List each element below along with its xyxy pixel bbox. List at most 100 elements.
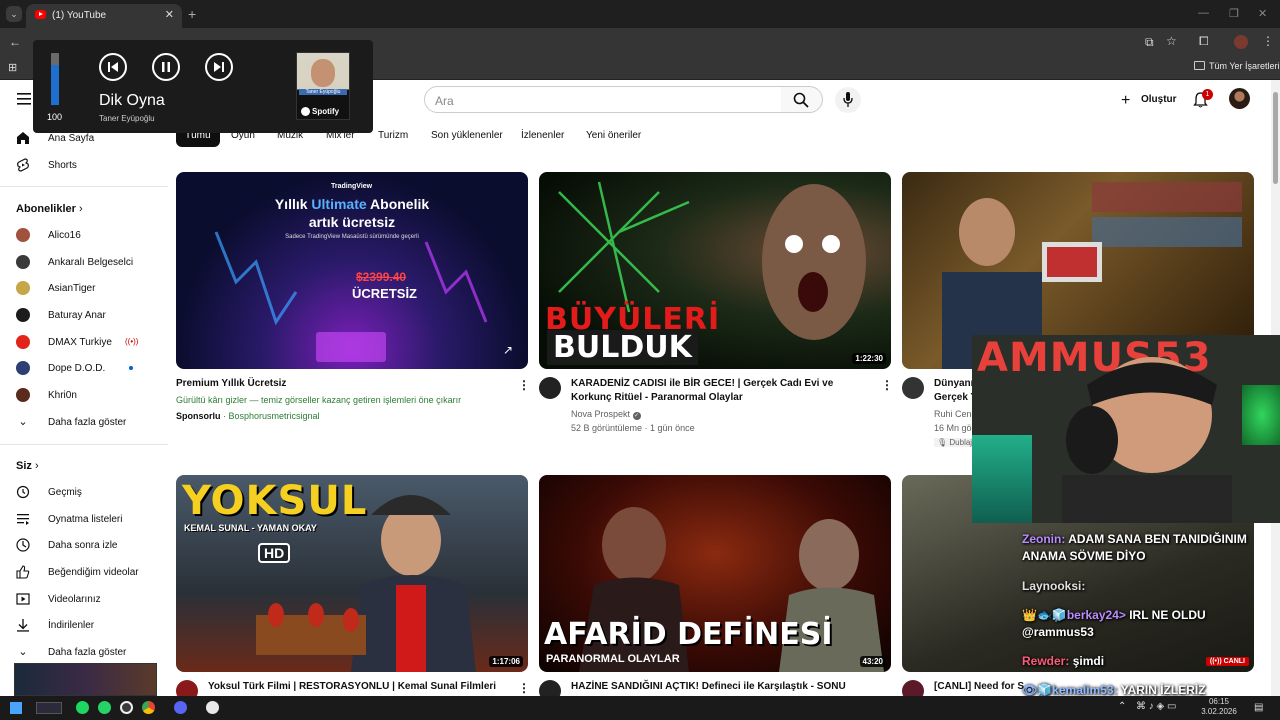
sidebar-subscription[interactable]: Alico16 xyxy=(16,223,81,247)
sidebar-item-liked-videos[interactable]: Beğendiğim videolar xyxy=(16,560,139,584)
menu-icon[interactable] xyxy=(17,93,31,105)
sidebar-item-playlists[interactable]: Oynatma listeleri xyxy=(16,507,122,531)
video-title[interactable]: Dünyanı xyxy=(934,377,973,391)
sidebar-item-shorts[interactable]: Shorts xyxy=(16,153,77,177)
sidebar-show-more-you[interactable]: ⌄ Daha fazla göster xyxy=(16,640,126,664)
video-thumbnail[interactable]: BÜYÜLERİ BULDUK 1:22:30 xyxy=(539,172,891,369)
search-input[interactable]: Ara xyxy=(424,86,782,113)
back-icon[interactable]: ← xyxy=(9,35,21,49)
profile-avatar[interactable] xyxy=(1234,35,1248,49)
spotify-taskbar-icon[interactable] xyxy=(76,701,89,714)
sidebar-divider xyxy=(0,444,168,445)
app-taskbar-icon[interactable] xyxy=(120,701,133,714)
video-title[interactable]: KARADENİZ CADISI ile BİR GECE! | Gerçek … xyxy=(571,377,871,405)
video-thumbnail-ad[interactable]: TradingView Yıllık Ultimate Abonelik art… xyxy=(176,172,528,369)
install-app-icon[interactable]: ⧉ xyxy=(1145,35,1154,50)
chat-message: Laynooksi: xyxy=(1022,579,1086,593)
chevron-right-icon: › xyxy=(34,460,39,472)
tray-icons[interactable]: ⌘ ♪ ◈ ▭ xyxy=(1136,701,1176,712)
sidebar-subscription[interactable]: Ankaralı Belgeselci xyxy=(16,250,133,274)
chip-tourism[interactable]: Turizm xyxy=(369,126,417,147)
create-button[interactable]: Oluştur xyxy=(1141,94,1177,105)
home-icon xyxy=(17,132,29,144)
video-meta: 16 Mn gö xyxy=(934,423,972,433)
video-title[interactable]: Yoksul Türk Filmi | RESTORASYONLU | Kema… xyxy=(208,680,496,694)
start-button-icon[interactable] xyxy=(10,702,22,714)
channel-avatar xyxy=(16,281,30,295)
hd-badge: HD xyxy=(258,543,291,563)
sidebar-item-watch-later[interactable]: Daha sonra izle xyxy=(16,533,117,557)
video-title[interactable]: Premium Yıllık Ücretsiz xyxy=(176,377,286,391)
tab-close-button[interactable]: ✕ xyxy=(165,8,174,21)
apps-grid-icon[interactable]: ⊞ xyxy=(8,61,17,74)
tray-overflow-icon[interactable]: ⌃ xyxy=(1118,701,1126,712)
account-avatar[interactable] xyxy=(1229,88,1250,109)
chip-watched[interactable]: İzlenenler xyxy=(512,126,573,147)
subscriptions-heading[interactable]: Abonelikler › xyxy=(16,203,83,215)
video-duration: 1:22:30 xyxy=(852,353,886,364)
tab-youtube[interactable]: (1) YouTube ✕ xyxy=(26,4,182,28)
tab-title: (1) YouTube xyxy=(52,10,107,21)
more-options-icon[interactable]: ⋮ xyxy=(881,378,893,392)
all-bookmarks-label[interactable]: Tüm Yer İşaretleri xyxy=(1209,61,1280,71)
notification-center-icon[interactable]: ▤ xyxy=(1254,702,1263,713)
previous-track-button[interactable] xyxy=(99,53,127,81)
whatsapp-taskbar-icon[interactable] xyxy=(98,701,111,714)
you-heading[interactable]: Siz › xyxy=(16,460,39,472)
more-options-icon[interactable]: ⋮ xyxy=(518,681,530,695)
video-thumbnail[interactable]: YOKSUL KEMAL SUNAL - YAMAN OKAY HD 1:17:… xyxy=(176,475,528,672)
chevron-down-icon: ⌄ xyxy=(18,416,28,428)
channel-avatar[interactable] xyxy=(902,377,924,399)
cam-teal-light xyxy=(972,435,1032,523)
bookmark-star-icon[interactable]: ☆ xyxy=(1166,34,1177,48)
thumbs-up-icon xyxy=(16,565,30,579)
sidebar-label: Ana Sayfa xyxy=(48,132,95,144)
video-title[interactable]: HAZİNE SANDIĞINI AÇTIK! Defineci ile Kar… xyxy=(571,680,846,694)
close-window-icon[interactable]: ✕ xyxy=(1258,7,1267,20)
tab-search-button[interactable]: ⌄ xyxy=(6,6,22,22)
taskbar-app-thumbnail[interactable] xyxy=(36,702,62,714)
chip-recently-uploaded[interactable]: Son yüklenenler xyxy=(422,126,512,147)
voice-search-button[interactable] xyxy=(835,87,861,113)
scrollbar-thumb[interactable] xyxy=(1273,92,1278,184)
sidebar-item-downloads[interactable]: İndirilenler xyxy=(16,613,94,637)
external-link-icon[interactable]: ↗ xyxy=(503,343,513,357)
sidebar-subscription[interactable]: Khri0n xyxy=(16,383,77,407)
clock[interactable]: 06:15 3.02.2026 xyxy=(1197,697,1241,717)
sidebar-show-more[interactable]: ⌄ Daha fazla göster xyxy=(16,410,126,434)
pause-button[interactable] xyxy=(152,53,180,81)
extensions-icon[interactable]: ⧠ xyxy=(1199,34,1209,49)
new-content-dot xyxy=(129,366,133,370)
sidebar-label: Shorts xyxy=(48,159,77,171)
chat-message: 👑🐟🧊berkay24> IRL NE OLDU @rammus53 xyxy=(1022,608,1206,639)
more-options-icon[interactable]: ⋮ xyxy=(518,378,530,392)
video-duration: 1:17:06 xyxy=(489,656,523,667)
thumb-text-2: BULDUK xyxy=(547,330,698,365)
folder-icon xyxy=(1194,61,1205,70)
new-tab-button[interactable]: + xyxy=(188,6,196,22)
channel-avatar[interactable] xyxy=(539,377,561,399)
chip-new-to-you[interactable]: Yeni öneriler xyxy=(577,126,650,147)
dubbed-badge: 🎙 Dublaj xyxy=(934,438,976,447)
sidebar-item-history[interactable]: Geçmiş xyxy=(16,480,82,504)
notification-count-badge: 1 xyxy=(1202,89,1213,100)
minimize-icon[interactable]: — xyxy=(1198,7,1209,19)
search-button[interactable] xyxy=(781,86,823,113)
chrome-menu-icon[interactable]: ⋮ xyxy=(1262,34,1274,48)
sidebar-subscription[interactable]: Dope D.O.D. xyxy=(16,356,105,380)
next-track-button[interactable] xyxy=(205,53,233,81)
sidebar-subscription[interactable]: AsianTiger xyxy=(16,276,95,300)
channel-name[interactable]: Nova Prospekt ✓ xyxy=(571,409,641,420)
sidebar-item-your-videos[interactable]: Videolarınız xyxy=(16,587,101,611)
webcam-overlay: AMMUS53 xyxy=(972,335,1280,523)
sidebar-subscription[interactable]: DMAX Turkiye xyxy=(16,330,112,354)
chrome-taskbar-icon[interactable] xyxy=(142,701,155,714)
discord-taskbar-icon[interactable] xyxy=(174,701,187,714)
create-plus-icon: + xyxy=(1121,92,1131,109)
sidebar-subscription[interactable]: Baturay Anar xyxy=(16,303,106,327)
video-title[interactable]: [CANLI] Need for S xyxy=(934,680,1024,694)
youtube-favicon-icon xyxy=(35,10,46,19)
obs-taskbar-icon[interactable] xyxy=(206,701,219,714)
restore-icon[interactable]: ❐ xyxy=(1229,7,1239,20)
video-thumbnail[interactable]: AFARİD DEFİNESİ PARANORMAL OLAYLAR 43:20 xyxy=(539,475,891,672)
